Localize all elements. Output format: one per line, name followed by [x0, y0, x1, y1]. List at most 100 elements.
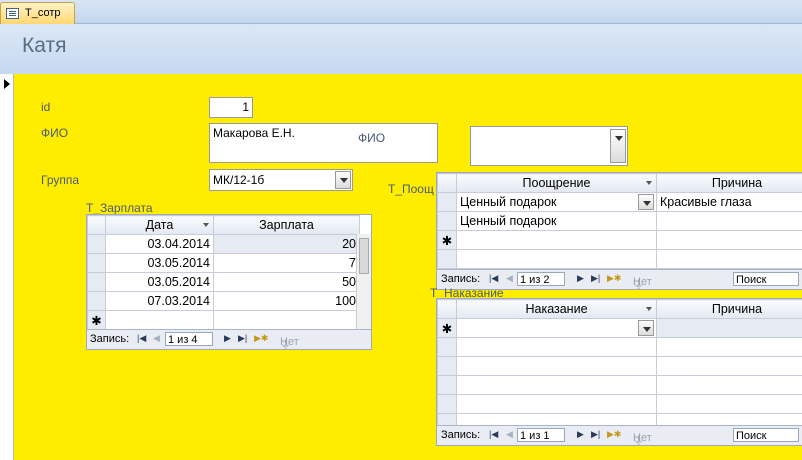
id-field[interactable]: 1 [209, 97, 253, 118]
new-record-nav-icon[interactable]: ▶✱ [254, 333, 268, 344]
table-row[interactable]: Ценный подарок Красивые глаза [437, 192, 802, 212]
table-row[interactable]: 03.05.2014 7 [87, 253, 360, 273]
record-label: Запись: [441, 429, 481, 441]
new-record-row[interactable]: ✱ [437, 318, 802, 338]
form-header: Катя [0, 24, 802, 74]
salary-cell[interactable] [213, 310, 360, 330]
sort-arrow-icon[interactable] [646, 181, 652, 185]
penalty-cell[interactable] [456, 318, 657, 338]
reason-cell[interactable] [656, 211, 802, 231]
salary-subform: Дата Зарплата 03.04.2014 20 03.05.2014 7… [86, 214, 372, 350]
scrollbar-thumb[interactable] [359, 238, 369, 274]
select-all-corner[interactable] [87, 215, 106, 235]
record-label: Запись: [90, 333, 130, 345]
group-value: МК/12-1б [213, 173, 265, 187]
first-record-icon[interactable]: |◀ [489, 273, 498, 284]
previous-record-icon[interactable]: ◀ [506, 429, 513, 440]
search-input[interactable]: Поиск [733, 272, 799, 286]
previous-record-icon[interactable]: ◀ [153, 333, 160, 344]
next-record-icon[interactable]: ▶ [577, 273, 584, 284]
document-tab-strip [0, 0, 802, 24]
salary-cell[interactable]: 20 [213, 234, 360, 254]
row-selector [437, 356, 457, 376]
select-all-corner[interactable] [437, 299, 457, 319]
next-record-icon[interactable]: ▶ [224, 333, 231, 344]
reason-cell[interactable]: Красивые глаза [656, 192, 802, 212]
row-selector[interactable] [437, 211, 457, 231]
bonus-cell[interactable] [456, 230, 657, 250]
last-record-icon[interactable]: ▶| [238, 333, 247, 344]
table-row[interactable]: Ценный подарок [437, 211, 802, 231]
salary-cell[interactable]: 100 [213, 291, 360, 311]
empty-cell [656, 249, 802, 269]
column-header-reason[interactable]: Причина [656, 299, 802, 319]
table-row[interactable]: 03.04.2014 20 [87, 234, 360, 254]
column-header-salary[interactable]: Зарплата [213, 215, 360, 235]
fio-field[interactable]: Макарова Е.Н. [209, 123, 438, 163]
date-cell[interactable]: 03.05.2014 [105, 272, 214, 292]
new-record-row[interactable]: ✱ [437, 230, 802, 250]
id-label: id [41, 100, 51, 114]
chevron-down-icon[interactable] [638, 320, 654, 336]
reason-cell[interactable] [656, 318, 802, 338]
date-cell[interactable]: 03.05.2014 [105, 253, 214, 273]
document-tab[interactable]: Т_сотр [0, 2, 75, 24]
column-header-reason[interactable]: Причина [656, 173, 802, 193]
empty-row [437, 249, 802, 269]
vertical-scrollbar[interactable] [356, 234, 371, 329]
row-selector[interactable] [87, 253, 106, 273]
sort-arrow-icon[interactable] [646, 307, 652, 311]
salary-cell[interactable]: 50 [213, 272, 360, 292]
row-selector[interactable] [87, 272, 106, 292]
record-navigation-bar: Запись: |◀ ◀ 1 из 4 ▶ ▶| ▶✱ ⏚ Нет фильт [87, 329, 371, 349]
column-header-date[interactable]: Дата [105, 215, 214, 235]
column-header-bonus[interactable]: Поощрение [456, 173, 657, 193]
row-selector[interactable] [437, 192, 457, 212]
record-label: Запись: [441, 273, 481, 285]
record-navigation-bar: Запись: |◀ ◀ 1 из 1 ▶ ▶| ▶✱ ⏚ Нет фильтр… [437, 425, 802, 445]
row-selector[interactable] [87, 234, 106, 254]
last-record-icon[interactable]: ▶| [591, 429, 600, 440]
record-position-input[interactable]: 1 из 2 [517, 272, 565, 286]
date-cell[interactable]: 03.04.2014 [105, 234, 214, 254]
last-record-icon[interactable]: ▶| [591, 273, 600, 284]
search-input[interactable]: Поиск [733, 428, 799, 442]
record-selector[interactable] [0, 74, 14, 460]
column-header-penalty[interactable]: Наказание [456, 299, 657, 319]
reason-cell[interactable] [656, 230, 802, 250]
new-record-nav-icon[interactable]: ▶✱ [607, 273, 621, 284]
empty-row [437, 394, 802, 414]
date-cell[interactable] [105, 310, 214, 330]
salary-cell[interactable]: 7 [213, 253, 360, 273]
empty-cell [456, 394, 657, 414]
record-position-input[interactable]: 1 из 1 [517, 428, 565, 442]
chevron-down-icon[interactable] [638, 194, 654, 210]
record-position-input[interactable]: 1 из 4 [165, 332, 213, 346]
table-row[interactable]: 07.03.2014 100 [87, 291, 360, 311]
row-selector [437, 337, 457, 357]
chevron-down-icon[interactable] [610, 129, 626, 163]
table-row[interactable]: 03.05.2014 50 [87, 272, 360, 292]
fio-value: Макарова Е.Н. [213, 126, 295, 140]
select-all-corner[interactable] [437, 173, 457, 193]
first-record-icon[interactable]: |◀ [489, 429, 498, 440]
next-record-icon[interactable]: ▶ [577, 429, 584, 440]
empty-row [437, 375, 802, 395]
new-record-row[interactable]: ✱ [87, 310, 360, 330]
previous-record-icon[interactable]: ◀ [506, 273, 513, 284]
fio-combo[interactable] [470, 126, 628, 166]
chevron-down-icon[interactable] [335, 171, 351, 189]
empty-cell [656, 337, 802, 357]
row-selector [437, 249, 457, 269]
bonus-cell[interactable]: Ценный подарок [456, 211, 657, 231]
first-record-icon[interactable]: |◀ [137, 333, 146, 344]
date-cell[interactable]: 07.03.2014 [105, 291, 214, 311]
row-selector[interactable] [87, 291, 106, 311]
sort-arrow-icon[interactable] [203, 223, 209, 227]
bonus-subform: Поощрение Причина Ценный подарок Красивы… [436, 172, 802, 290]
bonus-cell[interactable]: Ценный подарок [456, 192, 657, 212]
new-record-nav-icon[interactable]: ▶✱ [607, 429, 621, 440]
empty-cell [656, 394, 802, 414]
group-combo[interactable]: МК/12-1б [209, 169, 353, 191]
empty-cell [656, 356, 802, 376]
